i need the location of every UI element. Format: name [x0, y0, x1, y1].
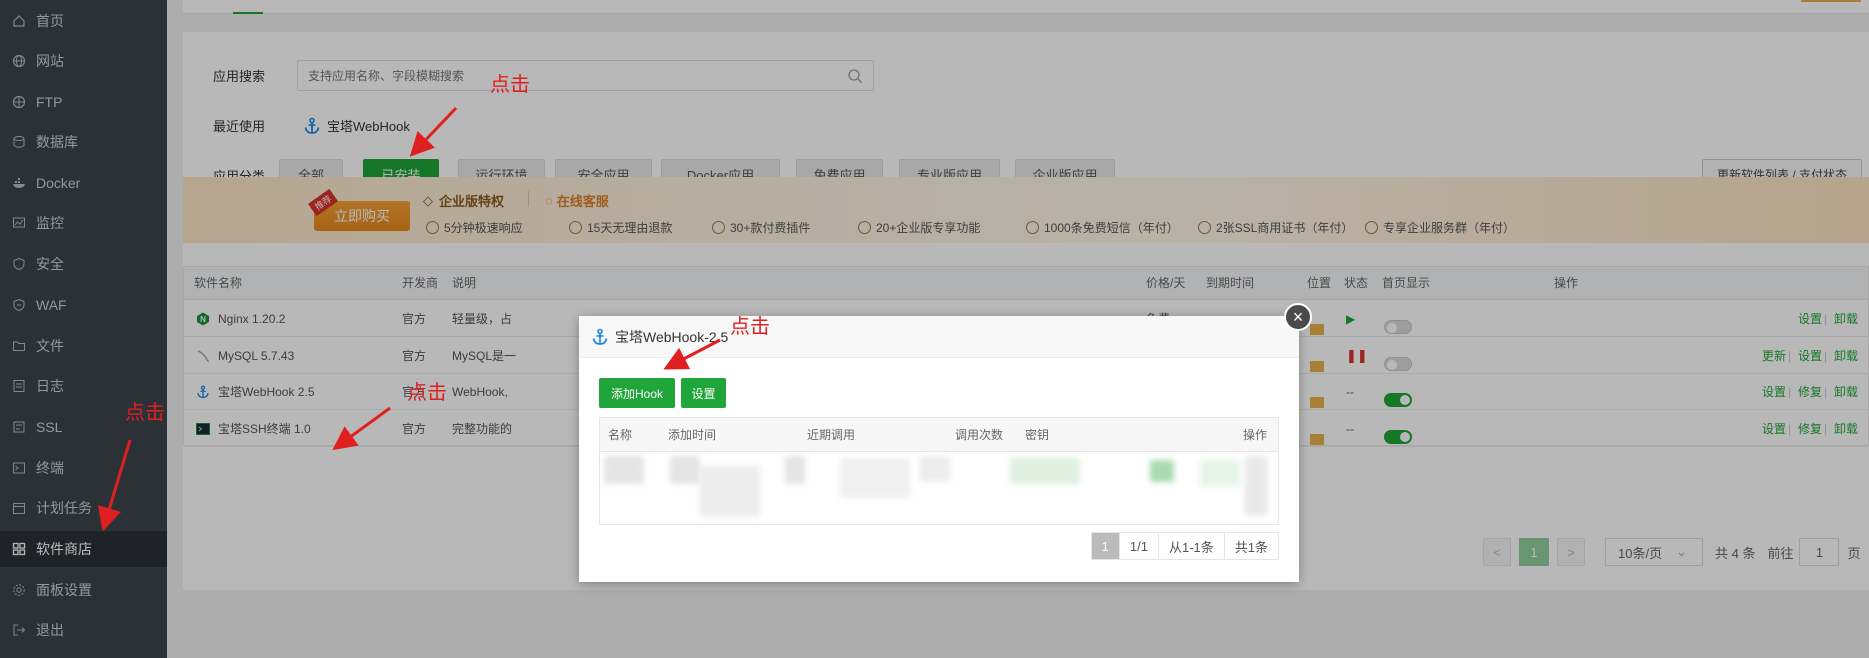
webhook-modal: 宝塔WebHook-2.5 添加Hook 设置 名称 添加时间 近期调用 调用次…	[579, 316, 1299, 582]
hook-settings-button[interactable]: 设置	[681, 378, 726, 408]
hook-th-operations: 操作	[1243, 428, 1268, 442]
hook-th-added-time: 添加时间	[668, 428, 717, 442]
annotation-click-store: 点击	[125, 402, 165, 424]
hook-th-call-count: 调用次数	[955, 428, 1004, 442]
modal-title: 宝塔WebHook-2.5	[615, 328, 729, 345]
annotation-click-installed: 点击	[490, 74, 530, 96]
hook-th-secret: 密钥	[1025, 428, 1050, 442]
hook-pagination: 1 1/1 从1-1条 共1条	[1090, 532, 1279, 560]
annotation-click-webhook-row: 点击	[407, 382, 447, 404]
hook-th-name: 名称	[608, 428, 633, 442]
hook-page-ratio: 1/1	[1120, 533, 1159, 559]
hook-range-text: 从1-1条	[1159, 533, 1225, 559]
modal-close-button[interactable]: ×	[1284, 303, 1312, 331]
modal-header: 宝塔WebHook-2.5	[579, 316, 1299, 358]
hook-th-recent-call: 近期调用	[807, 428, 856, 442]
close-icon: ×	[1292, 307, 1304, 327]
hook-table: 名称 添加时间 近期调用 调用次数 密钥 操作	[599, 417, 1279, 525]
annotation-click-add-hook: 点击	[730, 316, 770, 338]
hook-current-page[interactable]: 1	[1091, 533, 1120, 559]
anchor-icon	[592, 328, 608, 345]
add-hook-button[interactable]: 添加Hook	[599, 378, 675, 408]
hook-total-text: 共1条	[1234, 539, 1268, 555]
